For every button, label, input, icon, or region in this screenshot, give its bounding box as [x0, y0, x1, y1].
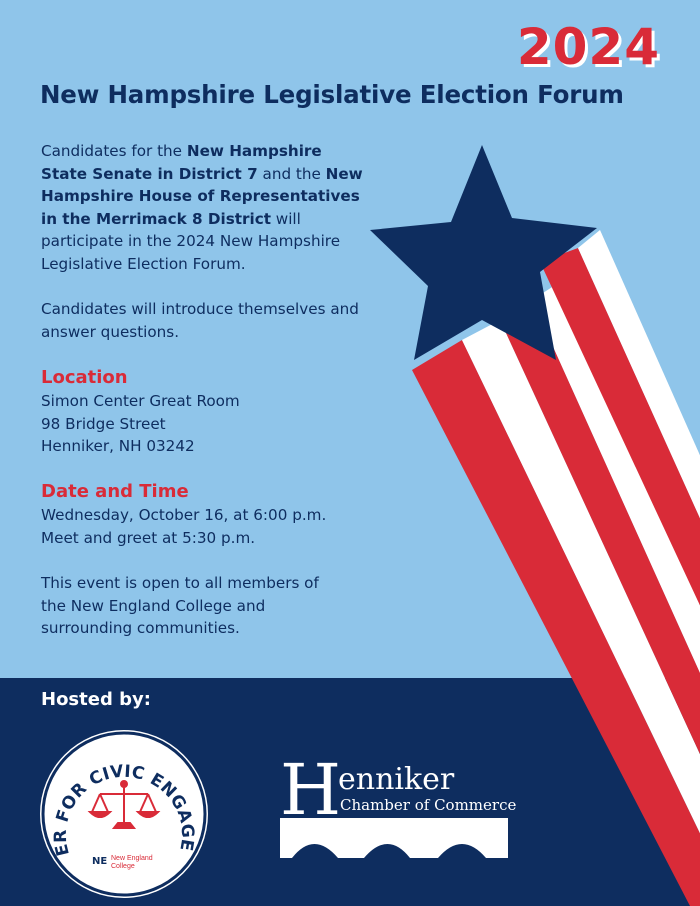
flyer-page: 2024 New Hampshire Legislative Election …: [0, 0, 700, 906]
location-line-3: Henniker, NH 03242: [41, 437, 195, 456]
location-heading: Location: [41, 366, 128, 388]
chamber-subtitle: Chamber of Commerce: [340, 796, 516, 814]
location-line-1: Simon Center Great Room: [41, 391, 240, 410]
page-title: New Hampshire Legislative Election Forum: [40, 80, 624, 109]
location-line-2: 98 Bridge Street: [41, 414, 166, 433]
open-note: This event is open to all members of the…: [41, 574, 319, 638]
event-year: 2024: [516, 18, 660, 76]
bridge-icon: [280, 818, 508, 858]
henniker-chamber-logo: H enniker Chamber of Commerce: [280, 756, 516, 858]
chamber-name: enniker: [338, 762, 455, 797]
datetime-line-2: Meet and greet at 5:30 p.m.: [41, 528, 256, 547]
intro-paragraph: Candidates for the New Hampshire State S…: [41, 140, 371, 276]
datetime-heading: Date and Time: [41, 481, 189, 503]
civic-engagement-seal: CENTER FOR CIVIC ENGAGEMENT NE New Engla…: [38, 728, 208, 898]
datetime-line-1: Wednesday, October 16, at 6:00 p.m.: [41, 506, 327, 525]
intro-paragraph-2: Candidates will introduce themselves and…: [41, 300, 359, 341]
nec-name-line-1: New England: [111, 855, 153, 862]
intro-text-2: and the: [257, 164, 326, 183]
nec-monogram: NE: [92, 856, 107, 867]
intro-text-1: Candidates for the: [41, 142, 187, 160]
nec-name-line-2: College: [111, 863, 135, 870]
event-details: Candidates for the New Hampshire State S…: [41, 140, 371, 640]
hosted-by-label: Hosted by:: [41, 689, 151, 710]
